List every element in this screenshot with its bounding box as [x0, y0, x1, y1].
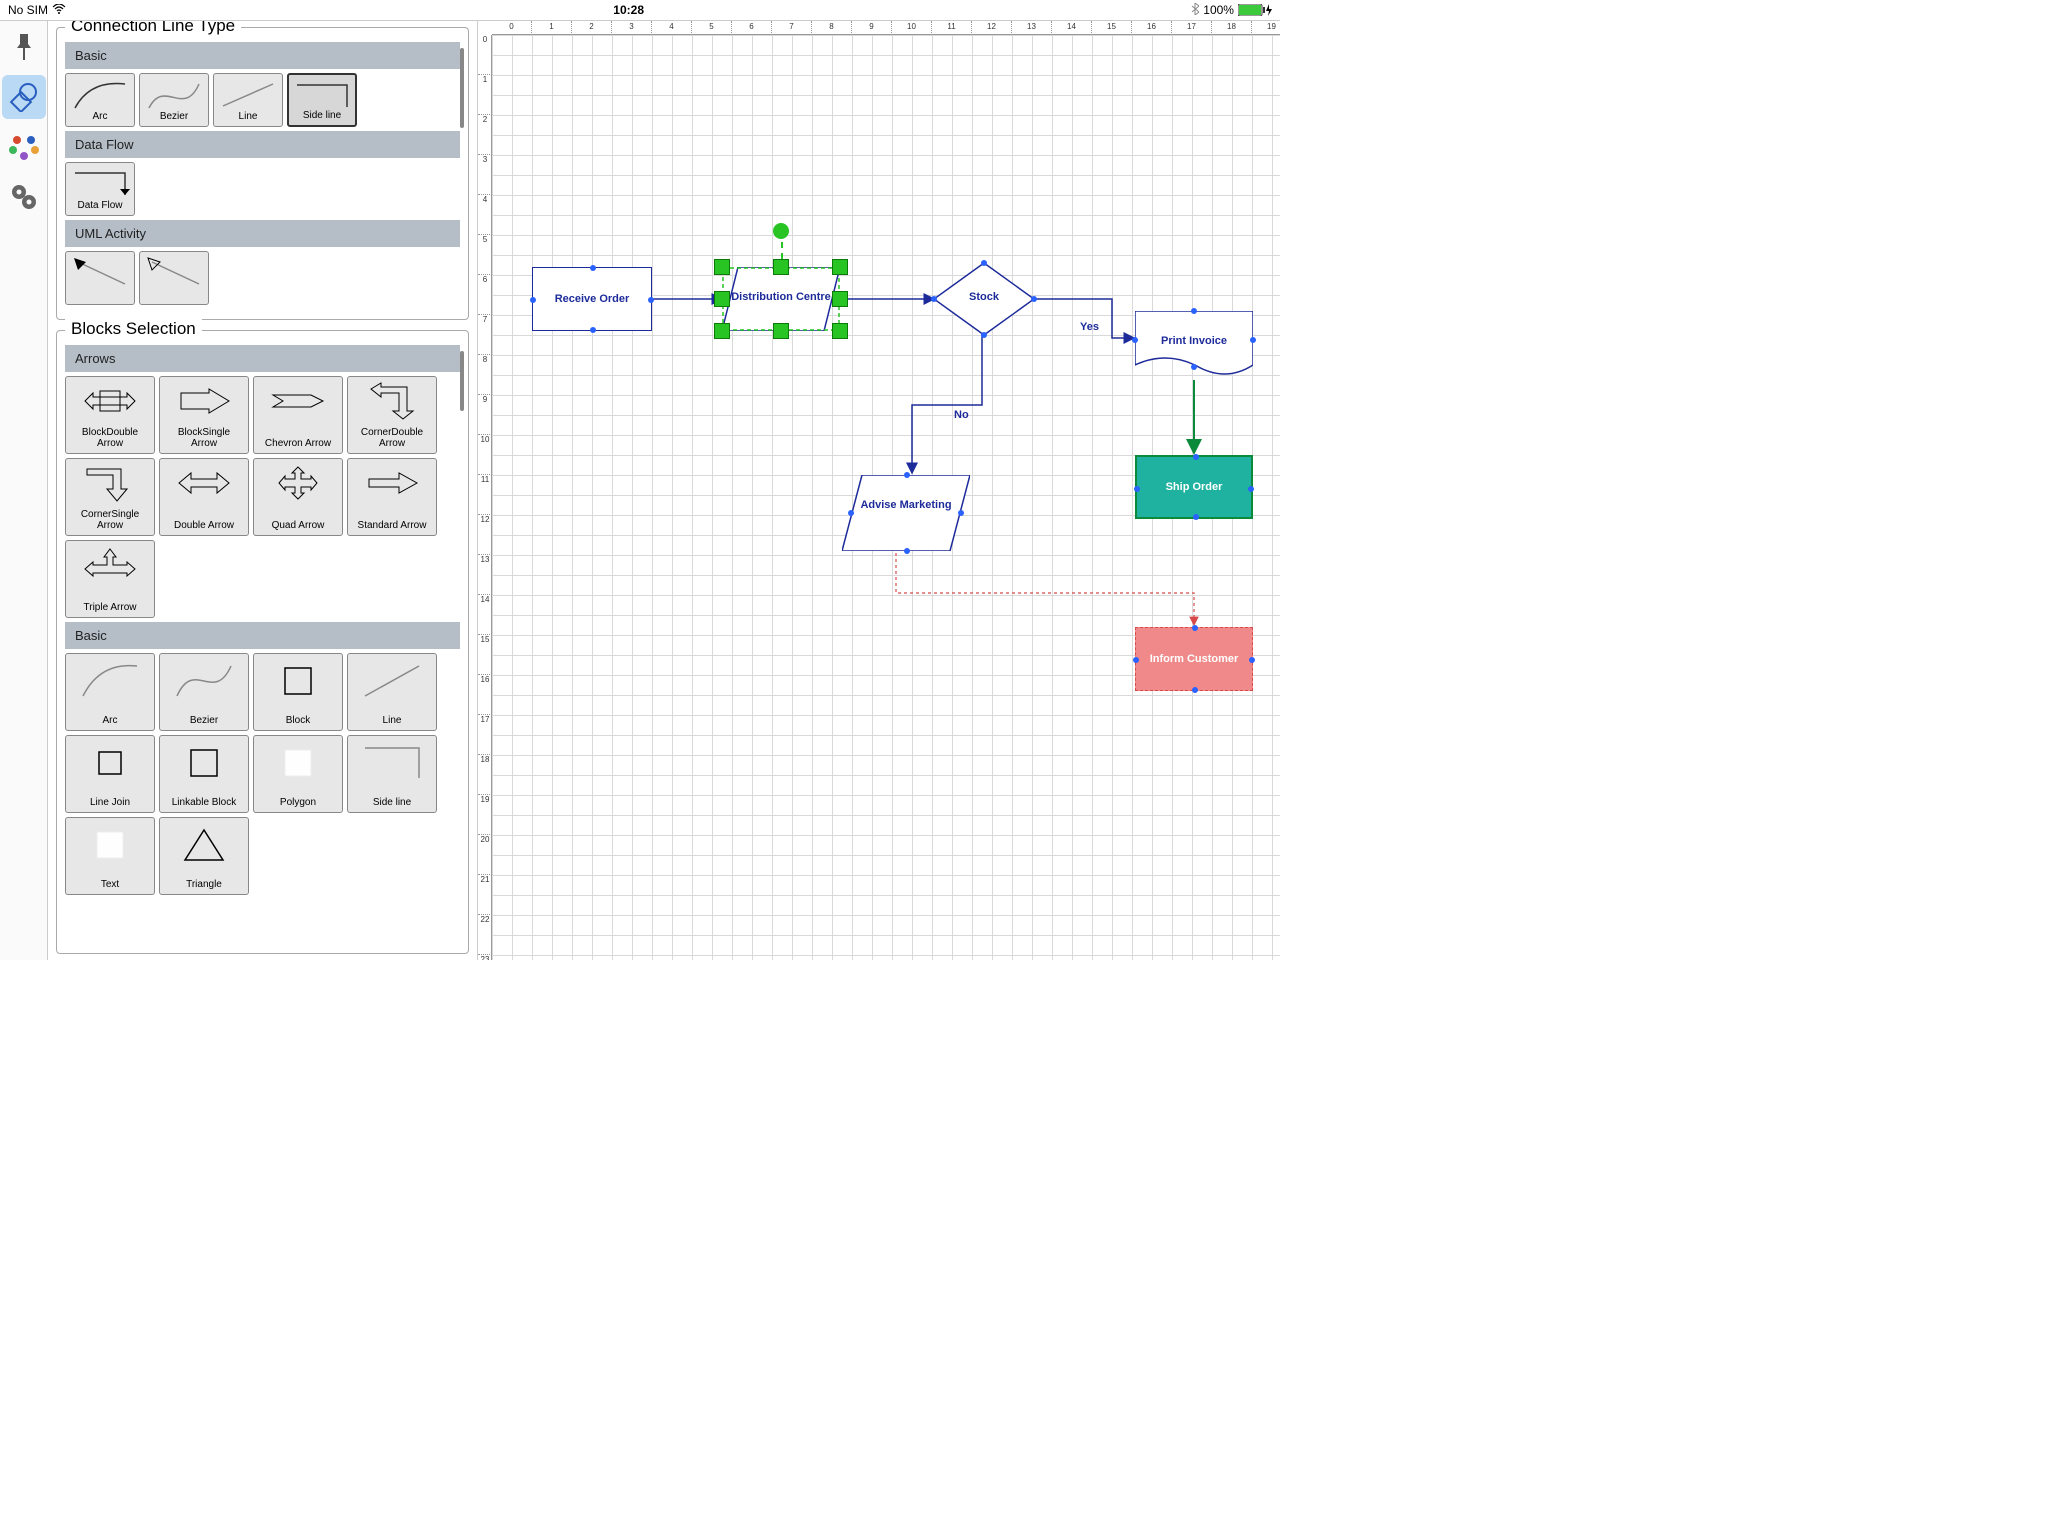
edge-no-label: No [954, 409, 969, 421]
canvas[interactable]: Receive Order Distribution Centre Stock [492, 35, 1280, 960]
block-double[interactable]: Double Arrow [159, 458, 249, 536]
canvas-area[interactable]: 012345678910111213141516171819 012345678… [478, 21, 1280, 960]
ruler-horizontal: 012345678910111213141516171819 [492, 21, 1280, 35]
battery-icon [1238, 4, 1272, 16]
conn-group-basic[interactable]: Basic [65, 42, 460, 69]
wifi-icon [52, 3, 66, 17]
conn-arc[interactable]: Arc [65, 73, 135, 127]
shapes-tool[interactable] [2, 75, 46, 119]
basic-bezier[interactable]: Bezier [159, 653, 249, 731]
block-blockdouble[interactable]: BlockDouble Arrow [65, 376, 155, 454]
left-toolbar [0, 21, 48, 960]
conn-group-dataflow[interactable]: Data Flow [65, 131, 460, 158]
conn-bezier[interactable]: Bezier [139, 73, 209, 127]
block-chevron[interactable]: Chevron Arrow [253, 376, 343, 454]
block-cornerdouble[interactable]: CornerDouble Arrow [347, 376, 437, 454]
colors-tool[interactable] [2, 125, 46, 169]
conn-uml-1[interactable] [65, 251, 135, 305]
bluetooth-icon [1191, 3, 1199, 18]
status-bar: No SIM 10:28 100% [0, 0, 1280, 20]
basic-block[interactable]: Block [253, 653, 343, 731]
node-stock[interactable]: Stock [934, 263, 1034, 335]
node-receive-order[interactable]: Receive Order [532, 267, 652, 331]
basic-polygon[interactable]: Polygon [253, 735, 343, 813]
basic-sideline[interactable]: Side line [347, 735, 437, 813]
block-group-basic[interactable]: Basic [65, 622, 460, 649]
connection-line-title: Connection Line Type [65, 21, 241, 36]
conn-group-uml[interactable]: UML Activity [65, 220, 460, 247]
blocks-panel: Blocks Selection Arrows BlockDouble Arro… [56, 330, 469, 954]
node-distribution-centre[interactable]: Distribution Centre [722, 267, 840, 331]
block-group-arrows[interactable]: Arrows [65, 345, 460, 372]
basic-line[interactable]: Line [347, 653, 437, 731]
basic-linkable[interactable]: Linkable Block [159, 735, 249, 813]
pin-tool[interactable] [2, 25, 46, 69]
conn-side-line[interactable]: Side line [287, 73, 357, 127]
node-ship-order[interactable]: Ship Order [1135, 455, 1253, 519]
block-triple[interactable]: Triple Arrow [65, 540, 155, 618]
sim-label: No SIM [8, 3, 48, 17]
settings-tool[interactable] [2, 175, 46, 219]
node-inform-customer[interactable]: Inform Customer [1135, 627, 1253, 691]
node-print-invoice[interactable]: Print Invoice [1135, 311, 1253, 379]
conn-dataflow[interactable]: Data Flow [65, 162, 135, 216]
edge-yes-label: Yes [1080, 321, 1099, 333]
basic-linejoin[interactable]: Line Join [65, 735, 155, 813]
basic-arc[interactable]: Arc [65, 653, 155, 731]
status-right: 100% [1191, 3, 1272, 18]
main-container: Connection Line Type Basic Arc Bezier Li… [0, 20, 1280, 960]
panel-scrollbar[interactable] [460, 48, 464, 128]
status-time: 10:28 [613, 3, 644, 17]
battery-label: 100% [1203, 3, 1234, 17]
basic-text[interactable]: Text [65, 817, 155, 895]
connection-line-panel: Connection Line Type Basic Arc Bezier Li… [56, 27, 469, 320]
block-cornersingle[interactable]: CornerSingle Arrow [65, 458, 155, 536]
blocks-title: Blocks Selection [65, 319, 202, 339]
block-blocksingle[interactable]: BlockSingle Arrow [159, 376, 249, 454]
node-advise-marketing[interactable]: Advise Marketing [842, 475, 970, 551]
basic-triangle[interactable]: Triangle [159, 817, 249, 895]
status-left: No SIM [8, 3, 66, 17]
blocks-scrollbar[interactable] [460, 351, 464, 411]
ruler-vertical: 01234567891011121314151617181920212223 [478, 35, 492, 960]
block-quad[interactable]: Quad Arrow [253, 458, 343, 536]
conn-line[interactable]: Line [213, 73, 283, 127]
palette-area: Connection Line Type Basic Arc Bezier Li… [48, 21, 478, 960]
block-standard[interactable]: Standard Arrow [347, 458, 437, 536]
conn-uml-2[interactable] [139, 251, 209, 305]
